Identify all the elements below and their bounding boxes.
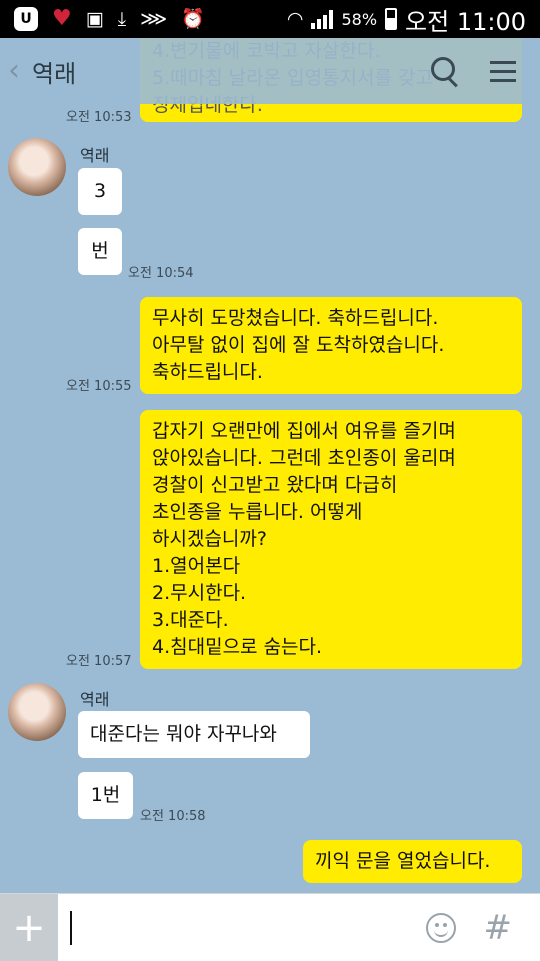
attach-plus-button[interactable]: + <box>0 894 58 961</box>
message-time: 오전 10:53 <box>66 110 132 125</box>
message-time: 오전 10:54 <box>128 266 194 281</box>
message-time: 오전 10:57 <box>66 654 132 669</box>
signal-icon <box>311 9 334 29</box>
battery-icon <box>385 8 398 30</box>
back-icon[interactable]: ‹ <box>8 56 26 86</box>
status-bar: U ♥ ▣ ⤓ ⋙ ⏰ ◠ 58% 오전 11:00 <box>0 0 540 38</box>
input-bar: + # <box>0 893 540 961</box>
chat-header: ‹ 역래 <box>0 38 540 104</box>
message-time: 오전 10:55 <box>66 379 132 394</box>
hash-icon[interactable]: # <box>484 911 513 945</box>
message-bubble-me: 끼익 문을 열었습니다. <box>303 840 522 883</box>
alarm-icon: ⏰ <box>181 7 205 30</box>
emoji-icon[interactable] <box>425 912 456 943</box>
message-bubble-me: 무사히 도망쳤습니다. 축하드립니다. 아무탈 없이 집에 잘 도착하였습니다.… <box>140 297 522 394</box>
text-cursor <box>70 910 72 945</box>
download-icon: ⤓ <box>117 7 127 30</box>
message-bubble-them: 3 <box>78 168 122 215</box>
vibrate-icon: ⋙ <box>140 7 168 30</box>
message-bubble-me: 갑자기 오랜만에 집에서 여유를 즐기며 앉아있습니다. 그런데 초인종이 울리… <box>140 410 522 669</box>
wifi-icon: ◠ <box>286 7 304 30</box>
battery-fill <box>387 17 396 28</box>
message-bubble-them: 1번 <box>78 772 133 819</box>
sender-name: 역래 <box>80 690 110 709</box>
sender-name: 역래 <box>80 146 110 165</box>
menu-icon[interactable] <box>490 60 516 82</box>
message-time: 오전 10:58 <box>140 809 206 824</box>
chat-title: 역래 <box>32 59 77 88</box>
chat-area[interactable]: 4.변기물에 코박고 자살한다. 5.때마침 날라온 입영통지서를 갖고 징제입… <box>0 38 540 893</box>
message-input[interactable] <box>78 906 426 949</box>
avatar[interactable] <box>8 683 66 741</box>
app-badge-icon: U <box>14 7 38 31</box>
battery-percent: 58% <box>341 9 378 29</box>
clock: 오전 11:00 <box>405 7 526 36</box>
message-bubble-them: 대준다는 뭐야 자꾸나와 <box>78 711 310 758</box>
search-icon[interactable] <box>430 56 460 88</box>
heart-icon: ♥ <box>52 6 72 31</box>
image-icon: ▣ <box>85 7 104 30</box>
avatar[interactable] <box>8 138 66 196</box>
message-bubble-them: 번 <box>78 228 122 275</box>
